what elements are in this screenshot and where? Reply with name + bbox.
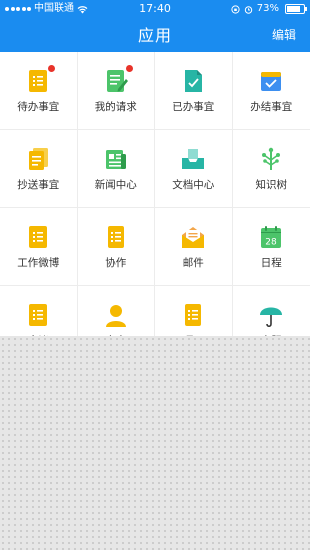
app-label: 邮件	[182, 257, 204, 269]
page-title: 应用	[137, 26, 172, 45]
app-tile-cc[interactable]: 抄送事宜	[0, 130, 78, 208]
app-label: 办结事宜	[250, 101, 293, 113]
app-label: 协作	[105, 257, 127, 269]
app-tile-collab[interactable]: 协作	[77, 208, 155, 286]
app-label: 抄送事宜	[17, 179, 60, 191]
app-label: 待办事宜	[17, 101, 60, 113]
edit-button[interactable]: 编辑	[272, 26, 296, 43]
app-label: 新闻中心	[94, 179, 137, 191]
calendar-day: 28	[266, 238, 278, 248]
mail-icon	[182, 227, 205, 248]
app-tile-mail[interactable]: 邮件	[155, 208, 233, 286]
app-tile-meeting[interactable]: 会议	[0, 286, 78, 336]
knowledge-tree-icon	[262, 147, 281, 170]
app-header: 中国联通 17:40 73% 应用 编辑	[0, 0, 310, 52]
alarm-icon	[244, 5, 252, 14]
app-tile-docs[interactable]: 文档中心	[155, 130, 233, 208]
app-tile-customer[interactable]: 客户	[78, 286, 155, 336]
inbox-tray-icon	[182, 149, 205, 169]
app-label: 已办事宜	[172, 101, 215, 113]
collab-doc-icon	[107, 226, 124, 248]
app-tile-todo[interactable]: 待办事宜	[0, 52, 78, 130]
app-tile-knowledge[interactable]: 知识树	[232, 130, 310, 208]
customer-icon	[105, 305, 126, 327]
calendar-icon: 28	[261, 226, 282, 248]
copy-doc-icon	[29, 148, 49, 170]
app-tile-weibo[interactable]: 工作微博	[0, 208, 78, 286]
app-label: 知识树	[255, 179, 288, 191]
app-tile-news[interactable]: 新闻中心	[77, 130, 155, 208]
app-tile-service[interactable]: 客服	[233, 286, 311, 336]
app-label: 日程	[260, 257, 282, 269]
app-label: 我的请求	[94, 101, 137, 113]
app-tile-completed[interactable]: 办结事宜	[232, 52, 310, 130]
status-bar: 中国联通 17:40 73%	[0, 0, 310, 18]
completed-box-icon	[261, 72, 282, 91]
battery-icon	[285, 4, 307, 14]
umbrella-icon	[260, 307, 283, 328]
app-label: 文档中心	[172, 179, 215, 191]
app-tile-done[interactable]: 已办事宜	[155, 52, 233, 130]
dotted-overlay	[0, 336, 310, 550]
done-doc-icon	[185, 70, 203, 92]
request-doc-icon	[106, 70, 128, 92]
app-tile-project[interactable]: 项目	[155, 286, 233, 336]
weibo-doc-icon	[29, 226, 48, 248]
project-doc-icon	[185, 304, 202, 326]
notification-badge	[48, 65, 56, 72]
rotation-lock-icon	[231, 4, 240, 14]
news-icon	[105, 150, 126, 169]
app-label: 工作微博	[17, 257, 60, 269]
app-tile-my-request[interactable]: 我的请求	[77, 52, 155, 130]
app-tile-schedule[interactable]: 28 日程	[232, 208, 310, 286]
meeting-doc-icon	[29, 304, 48, 326]
todo-doc-icon	[29, 70, 48, 92]
battery-percent: 73%	[256, 3, 279, 14]
notification-badge	[125, 65, 133, 72]
app-grid: 待办事宜 我的请求 已办事宜 办结事宜 抄送事宜 新闻中心 文档中心 知识树 工…	[0, 52, 310, 336]
